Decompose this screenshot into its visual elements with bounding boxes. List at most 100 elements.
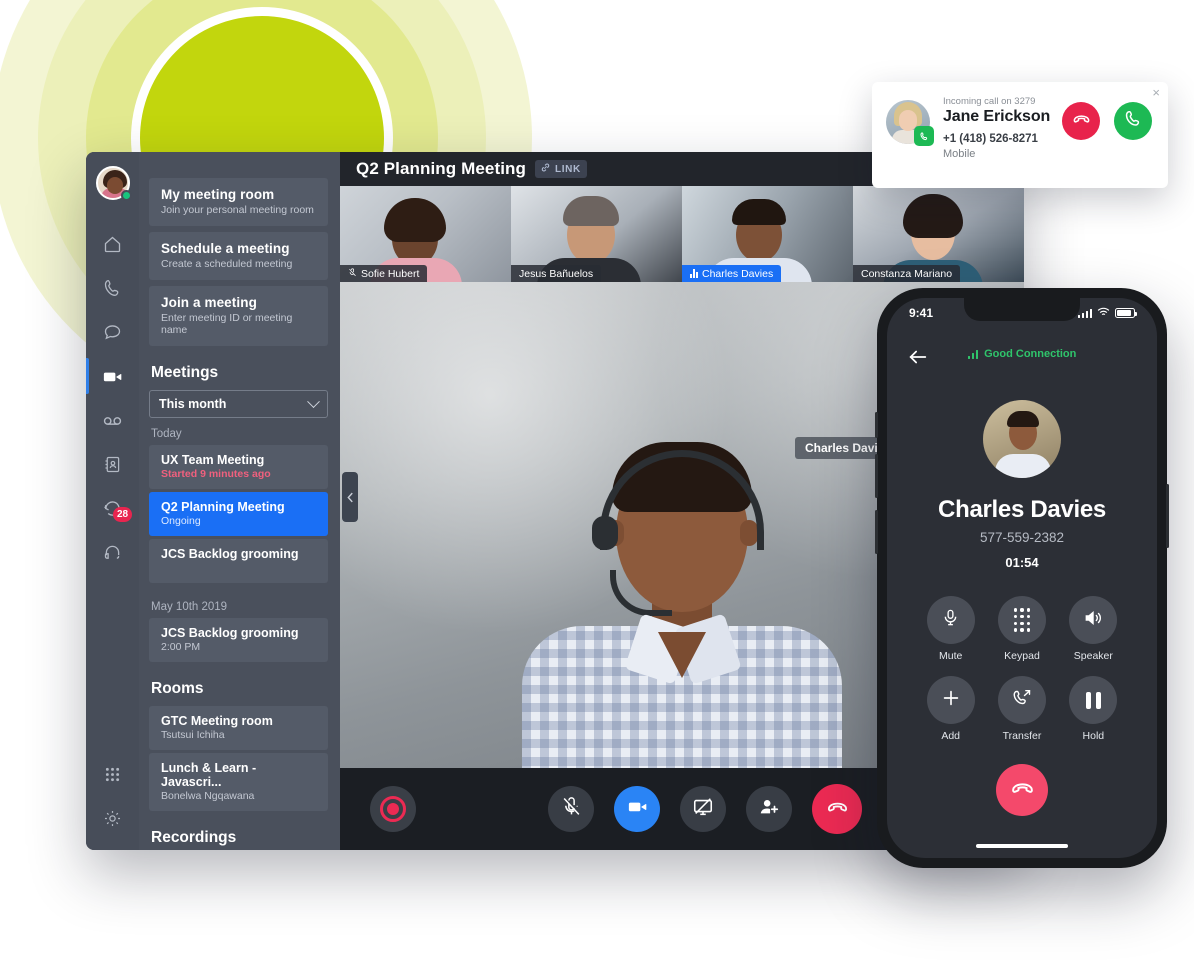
add-participant-button[interactable]: [746, 786, 792, 832]
meeting-time: 2:00 PM: [161, 641, 201, 653]
sidebar-item-history[interactable]: 28: [86, 486, 139, 530]
cellular-signal-icon: [1077, 308, 1092, 318]
sidebar-item-messages[interactable]: [86, 310, 139, 354]
phone-power-button: [1166, 484, 1169, 548]
quick-action-join-a-meeting[interactable]: Join a meeting Enter meeting ID or meeti…: [149, 286, 328, 346]
link-label: LINK: [555, 163, 581, 175]
participant-name: Constanza Mariano: [861, 267, 953, 280]
quick-action-subtitle: Join your personal meeting room: [161, 204, 314, 216]
speaking-indicator-icon: [690, 269, 698, 278]
avatar[interactable]: [95, 166, 132, 201]
voicemail-icon: [101, 409, 124, 432]
meeting-title: JCS Backlog grooming: [161, 626, 299, 640]
pause-icon: [1085, 691, 1101, 709]
participant-namebar: Sofie Hubert: [340, 265, 428, 282]
sidebar-item-home[interactable]: [86, 222, 139, 266]
quick-action-title: My meeting room: [161, 187, 275, 202]
chat-icon: [102, 322, 123, 343]
record-button[interactable]: [370, 786, 416, 832]
participant-filmstrip: Sofie Hubert Jesus Bañuelos Charles Davi…: [340, 186, 1024, 282]
control-label: Transfer: [1002, 730, 1042, 742]
video-toggle-button[interactable]: [614, 786, 660, 832]
connection-label: Good Connection: [984, 348, 1077, 360]
phone-status-bar: 9:41: [887, 298, 1157, 328]
accept-call-button[interactable]: [1114, 102, 1152, 140]
room-title: GTC Meeting room: [161, 714, 273, 728]
add-person-icon: [758, 796, 780, 823]
mute-button[interactable]: Mute: [926, 596, 975, 662]
home-icon: [102, 234, 123, 255]
gear-icon: [102, 808, 123, 829]
speaker-button[interactable]: Speaker: [1069, 596, 1118, 662]
home-indicator[interactable]: [976, 844, 1068, 848]
participant-tile[interactable]: Sofie Hubert: [340, 186, 511, 282]
hang-up-icon: [1010, 775, 1035, 805]
meeting-status: Started 9 minutes ago: [161, 468, 271, 480]
participant-name: Charles Davies: [702, 267, 774, 280]
control-label: Keypad: [1004, 650, 1040, 662]
participant-namebar-active: Charles Davies: [682, 265, 782, 282]
chevron-down-icon: [307, 394, 320, 408]
participant-tile[interactable]: Jesus Bañuelos: [511, 186, 682, 282]
hang-up-icon: [1072, 109, 1091, 133]
participant-namebar: Constanza Mariano: [853, 265, 961, 282]
grid-apps-icon: [103, 765, 122, 784]
sidebar-item-voicemail[interactable]: [86, 398, 139, 442]
sidebar-item-calls[interactable]: [86, 266, 139, 310]
mute-button[interactable]: [548, 786, 594, 832]
meeting-status: Ongoing: [161, 515, 201, 527]
rooms-heading: Rooms: [151, 680, 204, 697]
microphone-icon: [941, 608, 960, 632]
end-call-button[interactable]: [996, 764, 1048, 816]
meeting-list-item[interactable]: JCS Backlog grooming: [149, 539, 328, 583]
mobile-phone-mockup: 9:41 Good Connection Charles Davies 577-…: [875, 288, 1169, 868]
participant-tile[interactable]: Constanza Mariano: [853, 186, 1024, 282]
meeting-title: UX Team Meeting: [161, 453, 265, 467]
decline-call-button[interactable]: [1062, 102, 1100, 140]
contacts-book-icon: [102, 454, 123, 475]
participant-namebar: Jesus Bañuelos: [511, 265, 602, 282]
sidebar-icon-rail: 28: [86, 152, 139, 850]
meetings-range-select[interactable]: This month: [149, 390, 328, 418]
end-call-button[interactable]: [812, 784, 862, 834]
collapse-panel-button[interactable]: [342, 472, 358, 522]
room-list-item[interactable]: Lunch & Learn - Javascri... Bonelwa Ngqa…: [149, 753, 328, 811]
participant-tile-active[interactable]: Charles Davies: [682, 186, 853, 282]
control-label: Add: [941, 730, 960, 742]
quick-action-my-meeting-room[interactable]: My meeting room Join your personal meeti…: [149, 178, 328, 226]
transfer-button[interactable]: Transfer: [997, 676, 1046, 742]
copy-link-button[interactable]: LINK: [535, 160, 587, 178]
meeting-list-item-selected[interactable]: Q2 Planning Meeting Ongoing: [149, 492, 328, 536]
microphone-muted-icon: [348, 267, 357, 280]
sidebar-item-support[interactable]: [86, 530, 139, 574]
room-owner: Tsutsui Ichiha: [161, 729, 225, 741]
call-timer: 01:54: [1005, 555, 1039, 570]
room-list-item[interactable]: GTC Meeting room Tsutsui Ichiha: [149, 706, 328, 750]
sidebar-item-meetings[interactable]: [86, 354, 139, 398]
sidebar-item-settings[interactable]: [86, 796, 139, 840]
keypad-button[interactable]: Keypad: [997, 596, 1046, 662]
incoming-call-badge-icon: [914, 126, 934, 146]
add-call-button[interactable]: Add: [926, 676, 975, 742]
meeting-list-item[interactable]: JCS Backlog grooming 2:00 PM: [149, 618, 328, 662]
close-icon[interactable]: ×: [1152, 86, 1160, 99]
room-title: Lunch & Learn - Javascri...: [161, 761, 257, 789]
quick-action-subtitle: Enter meeting ID or meeting name: [161, 312, 293, 336]
room-owner: Bonelwa Ngqawana: [161, 790, 255, 802]
status-time: 9:41: [909, 306, 934, 320]
phone-icon: [102, 278, 123, 299]
headset-icon: [102, 542, 123, 563]
microphone-muted-icon: [561, 796, 582, 822]
quick-action-schedule-a-meeting[interactable]: Schedule a meeting Create a scheduled me…: [149, 232, 328, 280]
group-label-today: Today: [151, 428, 182, 440]
meeting-list-item[interactable]: UX Team Meeting Started 9 minutes ago: [149, 445, 328, 489]
quick-action-subtitle: Create a scheduled meeting: [161, 258, 293, 270]
share-screen-button[interactable]: [680, 786, 726, 832]
hold-button[interactable]: Hold: [1069, 676, 1118, 742]
participant-name: Sofie Hubert: [361, 267, 420, 280]
call-transfer-icon: [1012, 688, 1032, 713]
sidebar-item-apps[interactable]: [86, 752, 139, 796]
record-icon: [380, 796, 406, 822]
video-camera-icon: [626, 795, 649, 823]
sidebar-item-contacts[interactable]: [86, 442, 139, 486]
